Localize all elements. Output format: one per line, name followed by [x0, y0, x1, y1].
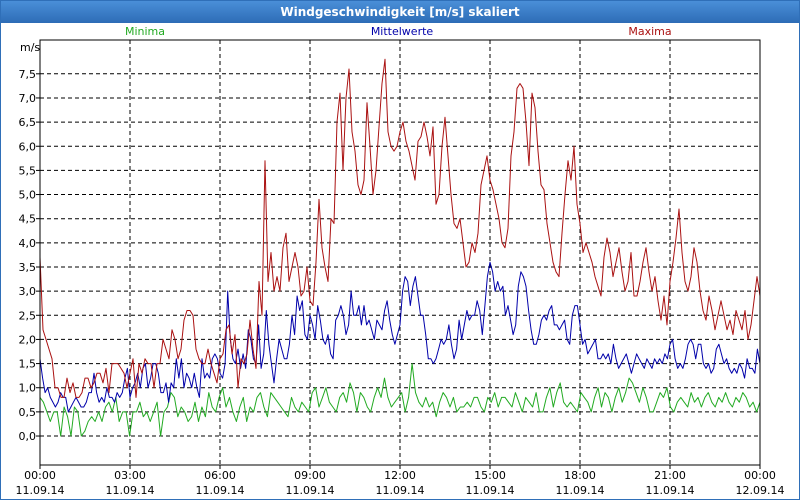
y-tick-label: 0,5: [19, 406, 37, 419]
x-tick-time: 12:00: [384, 469, 416, 482]
y-tick-label: 4,5: [19, 213, 37, 226]
x-tick-date: 11.09.14: [556, 484, 605, 497]
x-tick-date: 12.09.14: [736, 484, 785, 497]
x-tick-time: 06:00: [204, 469, 236, 482]
y-tick-label: 6,0: [19, 140, 37, 153]
legend-maxima: Maxima: [628, 25, 671, 38]
y-tick-label: 3,0: [19, 285, 37, 298]
x-tick-date: 11.09.14: [376, 484, 425, 497]
grid: [40, 40, 760, 465]
y-tick-label: 1,5: [19, 358, 37, 371]
y-tick-label: 4,0: [19, 237, 37, 250]
y-tick-label: 0,0: [19, 430, 37, 443]
x-tick-date: 11.09.14: [466, 484, 515, 497]
x-tick-time: 03:00: [114, 469, 146, 482]
x-tick-date: 11.09.14: [646, 484, 695, 497]
legend-minima: Minima: [125, 25, 165, 38]
x-tick-date: 11.09.14: [286, 484, 335, 497]
y-tick-label: 5,5: [19, 164, 37, 177]
y-tick-label: 6,5: [19, 116, 37, 129]
y-tick-label: 2,5: [19, 309, 37, 322]
x-tick-time: 18:00: [564, 469, 596, 482]
x-tick-time: 00:00: [24, 469, 56, 482]
wind-speed-chart: 0,0 0,5 1,0 1,5 2,0 2,5 3,0 3,5 4,0 4,5 5,0 5,5 6,0 6…: [16, 25, 785, 497]
legend-mittelwerte: Mittelwerte: [371, 25, 434, 38]
x-tick-time: 21:00: [654, 469, 686, 482]
y-tick-label: 3,5: [19, 261, 37, 274]
x-tick-date: 11.09.14: [196, 484, 245, 497]
x-tick-date: 11.09.14: [16, 484, 65, 497]
y-tick-label: 5,0: [19, 189, 37, 202]
x-tick-time: 15:00: [474, 469, 506, 482]
x-tick-time: 00:00: [744, 469, 776, 482]
y-tick-label: 1,0: [19, 382, 37, 395]
x-tick-time: 09:00: [294, 469, 326, 482]
y-tick-label: 2,0: [19, 333, 37, 346]
y-axis-unit: m/s: [20, 41, 40, 54]
y-tick-label: 7,5: [19, 68, 37, 81]
x-tick-date: 11.09.14: [106, 484, 155, 497]
y-tick-label: 7,0: [19, 92, 37, 105]
